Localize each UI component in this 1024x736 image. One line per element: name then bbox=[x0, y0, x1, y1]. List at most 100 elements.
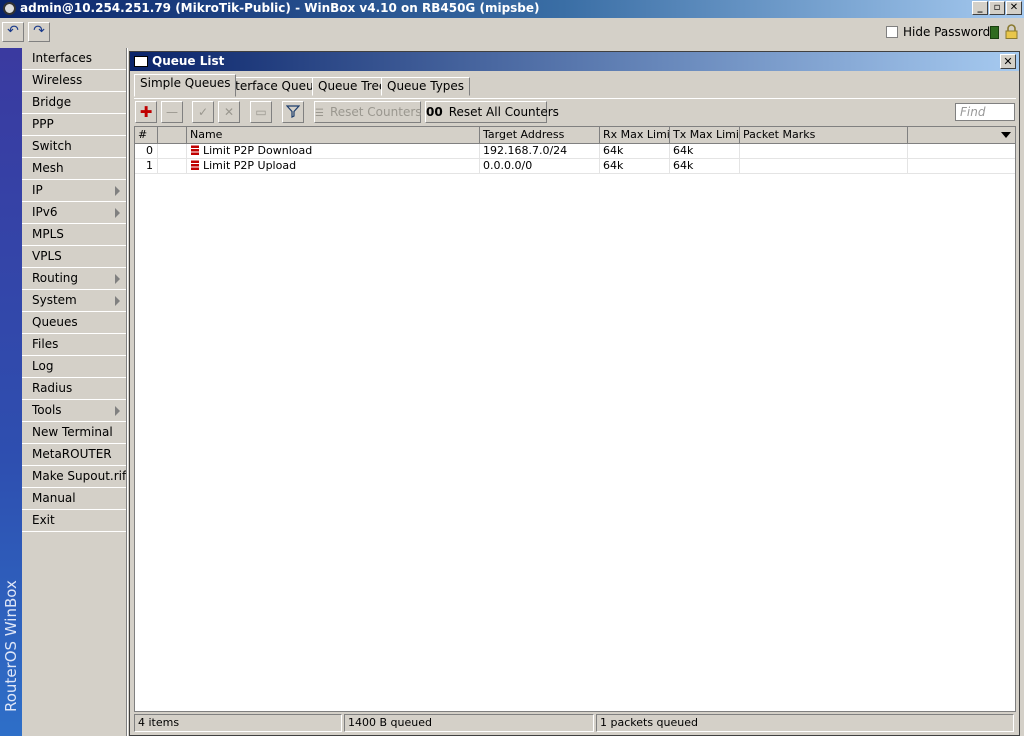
sidebar-item-metarouter[interactable]: MetaROUTER bbox=[22, 444, 126, 466]
table-header: # Name Target Address Rx Max Limit Tx Ma… bbox=[135, 127, 1015, 144]
sidebar-item-system[interactable]: System bbox=[22, 290, 126, 312]
sidebar-item-mesh[interactable]: Mesh bbox=[22, 158, 126, 180]
queue-table: # Name Target Address Rx Max Limit Tx Ma… bbox=[134, 126, 1016, 712]
column-tx-max-limit[interactable]: Tx Max Limit bbox=[670, 127, 740, 144]
main-toolbar: ↶ ↷ Hide Passwords bbox=[0, 18, 1024, 47]
cell-rx-max-limit: 64k bbox=[600, 159, 670, 174]
queue-window-title: Queue List bbox=[152, 54, 225, 68]
maximize-button[interactable]: ▫ bbox=[989, 1, 1005, 15]
sidebar-item-label: Queues bbox=[32, 315, 78, 329]
hide-passwords-checkbox[interactable] bbox=[886, 26, 898, 38]
tab-queue-types[interactable]: Queue Types bbox=[381, 77, 471, 96]
status-bar: 4 items 1400 B queued 1 packets queued bbox=[134, 714, 1016, 733]
sidebar-item-exit[interactable]: Exit bbox=[22, 510, 126, 532]
sidebar-item-manual[interactable]: Manual bbox=[22, 488, 126, 510]
add-button[interactable]: ✚ bbox=[135, 101, 157, 123]
table-row[interactable]: 0 Limit P2P Download 192.168.7.0/24 64k … bbox=[135, 144, 1015, 159]
check-icon: ✓ bbox=[197, 105, 209, 119]
table-row[interactable]: 1 Limit P2P Upload 0.0.0.0/0 64k 64k bbox=[135, 159, 1015, 174]
reset-list-icon: ☰ bbox=[315, 108, 324, 119]
sidebar-item-make-supout-rif[interactable]: Make Supout.rif bbox=[22, 466, 126, 488]
window-titlebar[interactable]: admin@10.254.251.79 (MikroTik-Public) - … bbox=[0, 0, 1024, 18]
enable-button[interactable]: ✓ bbox=[192, 101, 214, 123]
queue-icon bbox=[191, 145, 199, 155]
cell-target-address: 0.0.0.0/0 bbox=[480, 159, 600, 174]
reset-all-icon: 00 bbox=[426, 105, 443, 119]
sidebar-item-radius[interactable]: Radius bbox=[22, 378, 126, 400]
column-target-address[interactable]: Target Address bbox=[480, 127, 600, 144]
status-queued-packets: 1 packets queued bbox=[596, 714, 1014, 732]
sidebar-divider bbox=[126, 48, 128, 736]
reset-all-counters-button[interactable]: 00 Reset All Counters bbox=[425, 101, 559, 123]
minimize-button[interactable]: _ bbox=[972, 1, 988, 15]
sidebar-item-ip[interactable]: IP bbox=[22, 180, 126, 202]
redo-icon: ↷ bbox=[33, 23, 45, 39]
column-flags[interactable] bbox=[158, 127, 187, 144]
column-extra[interactable] bbox=[908, 127, 1015, 144]
cell-name: Limit P2P Download bbox=[187, 144, 480, 159]
columns-dropdown-icon[interactable] bbox=[1001, 132, 1011, 138]
sidebar-item-label: Tools bbox=[32, 403, 62, 417]
find-input[interactable]: Find bbox=[955, 103, 1015, 121]
disable-button[interactable]: ✕ bbox=[218, 101, 240, 123]
hide-passwords-toggle[interactable]: Hide Passwords bbox=[886, 25, 996, 39]
sidebar-item-files[interactable]: Files bbox=[22, 334, 126, 356]
hide-passwords-label: Hide Passwords bbox=[903, 25, 997, 39]
sidebar-item-label: New Terminal bbox=[32, 425, 113, 439]
sidebar-item-ppp[interactable]: PPP bbox=[22, 114, 126, 136]
close-button[interactable]: ✕ bbox=[1006, 1, 1022, 15]
filter-button[interactable] bbox=[282, 101, 304, 123]
sidebar-item-tools[interactable]: Tools bbox=[22, 400, 126, 422]
sidebar-item-interfaces[interactable]: Interfaces bbox=[22, 48, 126, 70]
sidebar-menu: Interfaces Wireless Bridge PPP Switch Mesh IP I… bbox=[22, 48, 126, 736]
status-queued-bytes: 1400 B queued bbox=[344, 714, 594, 732]
cell-number: 0 bbox=[135, 144, 158, 159]
filter-icon bbox=[285, 105, 301, 118]
sidebar-item-vpls[interactable]: VPLS bbox=[22, 246, 126, 268]
window-title: admin@10.254.251.79 (MikroTik-Public) - … bbox=[20, 1, 540, 15]
reset-all-counters-label: Reset All Counters bbox=[448, 105, 559, 119]
reset-counters-button[interactable]: ☰ Reset Counters bbox=[314, 101, 422, 123]
sidebar-item-label: IPv6 bbox=[32, 205, 58, 219]
comment-icon: ▭ bbox=[255, 105, 267, 119]
queue-toolbar: ✚ — ✓ ✕ ▭ ☰ Reset Counters 00 Reset All Co… bbox=[134, 98, 1016, 126]
cell-tx-max-limit: 64k bbox=[670, 144, 740, 159]
sidebar-item-label: IP bbox=[32, 183, 43, 197]
sidebar-item-ipv6[interactable]: IPv6 bbox=[22, 202, 126, 224]
remove-button[interactable]: — bbox=[161, 101, 183, 123]
sidebar-item-log[interactable]: Log bbox=[22, 356, 126, 378]
sidebar-item-queues[interactable]: Queues bbox=[22, 312, 126, 334]
comment-button[interactable]: ▭ bbox=[250, 101, 272, 123]
sidebar-item-mpls[interactable]: MPLS bbox=[22, 224, 126, 246]
sidebar-item-label: MetaROUTER bbox=[32, 447, 112, 461]
column-rx-max-limit[interactable]: Rx Max Limit bbox=[600, 127, 670, 144]
sidebar-item-label: Manual bbox=[32, 491, 76, 505]
undo-button[interactable]: ↶ bbox=[2, 22, 24, 42]
sidebar-item-new-terminal[interactable]: New Terminal bbox=[22, 422, 126, 444]
sidebar-item-label: Log bbox=[32, 359, 54, 373]
sidebar-item-label: Switch bbox=[32, 139, 72, 153]
column-name[interactable]: Name bbox=[187, 127, 480, 144]
sidebar-item-switch[interactable]: Switch bbox=[22, 136, 126, 158]
sidebar-item-routing[interactable]: Routing bbox=[22, 268, 126, 290]
redo-button[interactable]: ↷ bbox=[28, 22, 50, 42]
sidebar-item-label: Routing bbox=[32, 271, 79, 285]
sidebar-item-wireless[interactable]: Wireless bbox=[22, 70, 126, 92]
sidebar-item-bridge[interactable]: Bridge bbox=[22, 92, 126, 114]
reset-counters-label: Reset Counters bbox=[329, 105, 422, 119]
plus-icon: ✚ bbox=[139, 103, 153, 121]
brand-label: RouterOS WinBox bbox=[2, 580, 20, 712]
sidebar-item-label: VPLS bbox=[32, 249, 62, 263]
status-item-count: 4 items bbox=[134, 714, 342, 732]
column-number[interactable]: # bbox=[135, 127, 158, 144]
sidebar-item-label: Exit bbox=[32, 513, 55, 527]
window-icon bbox=[134, 56, 148, 67]
queue-window-titlebar[interactable]: Queue List ✕ bbox=[130, 52, 1019, 71]
cell-rx-max-limit: 64k bbox=[600, 144, 670, 159]
sidebar-item-label: PPP bbox=[32, 117, 54, 131]
sidebar-item-label: Mesh bbox=[32, 161, 64, 175]
tab-simple-queues[interactable]: Simple Queues bbox=[134, 74, 237, 97]
queue-window-close-button[interactable]: ✕ bbox=[1000, 54, 1016, 69]
column-packet-marks[interactable]: Packet Marks bbox=[740, 127, 908, 144]
sidebar-item-label: Interfaces bbox=[32, 51, 92, 65]
